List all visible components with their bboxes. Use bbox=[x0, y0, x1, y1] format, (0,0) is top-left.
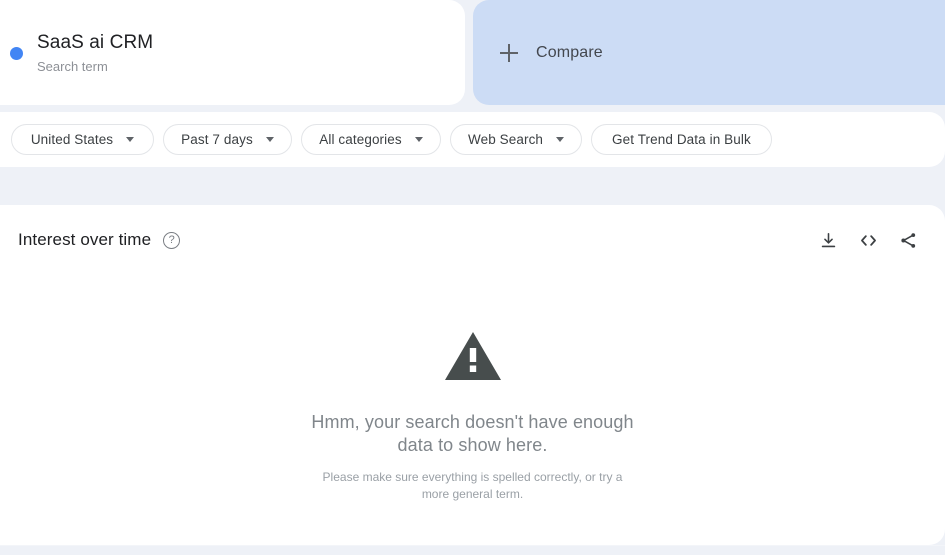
category-filter[interactable]: All categories bbox=[301, 124, 441, 155]
filter-bar: United States Past 7 days All categories… bbox=[0, 112, 945, 167]
share-icon[interactable] bbox=[897, 229, 919, 251]
get-trend-data-bulk-label: Get Trend Data in Bulk bbox=[612, 132, 751, 147]
compare-label: Compare bbox=[536, 43, 603, 61]
empty-state-message: Hmm, your search doesn't have enough dat… bbox=[311, 412, 634, 455]
chevron-down-icon bbox=[414, 137, 423, 142]
category-filter-label: All categories bbox=[319, 132, 402, 147]
compare-panel[interactable]: Compare bbox=[473, 0, 945, 105]
bottom-divider bbox=[0, 545, 945, 546]
help-icon[interactable]: ? bbox=[163, 231, 181, 249]
empty-state: Hmm, your search doesn't have enough dat… bbox=[0, 330, 945, 503]
chevron-down-icon bbox=[265, 137, 274, 142]
search-term-row: SaaS ai CRM Search term Compare bbox=[0, 0, 945, 105]
search-term-label: SaaS ai CRM bbox=[37, 31, 154, 53]
warning-triangle-icon bbox=[443, 330, 503, 383]
series-color-dot bbox=[10, 47, 23, 60]
region-filter[interactable]: United States bbox=[11, 124, 154, 155]
chevron-down-icon bbox=[126, 137, 135, 142]
download-icon[interactable] bbox=[817, 229, 839, 251]
empty-state-hint: Please make sure everything is spelled c… bbox=[322, 470, 623, 501]
card-actions bbox=[817, 229, 919, 251]
page-title: Interest over time bbox=[18, 230, 152, 249]
plus-icon bbox=[500, 43, 518, 62]
time-range-filter[interactable]: Past 7 days bbox=[163, 124, 292, 155]
get-trend-data-bulk-button[interactable]: Get Trend Data in Bulk bbox=[591, 124, 772, 155]
search-term-type: Search term bbox=[37, 58, 108, 74]
region-filter-label: United States bbox=[30, 132, 114, 147]
time-range-filter-label: Past 7 days bbox=[181, 132, 253, 147]
embed-code-icon[interactable] bbox=[857, 229, 879, 251]
interest-over-time-header: Interest over time ? bbox=[0, 205, 945, 275]
trends-page: SaaS ai CRM Search term Compare United S… bbox=[0, 0, 945, 555]
search-type-filter-label: Web Search bbox=[468, 132, 544, 147]
search-term-text: SaaS ai CRM Search term bbox=[37, 30, 153, 76]
search-term-card[interactable]: SaaS ai CRM Search term bbox=[0, 0, 465, 105]
search-type-filter[interactable]: Web Search bbox=[450, 124, 583, 155]
chevron-down-icon bbox=[556, 137, 565, 142]
interest-over-time-card: Interest over time ? Hmm, your search do… bbox=[0, 205, 945, 545]
